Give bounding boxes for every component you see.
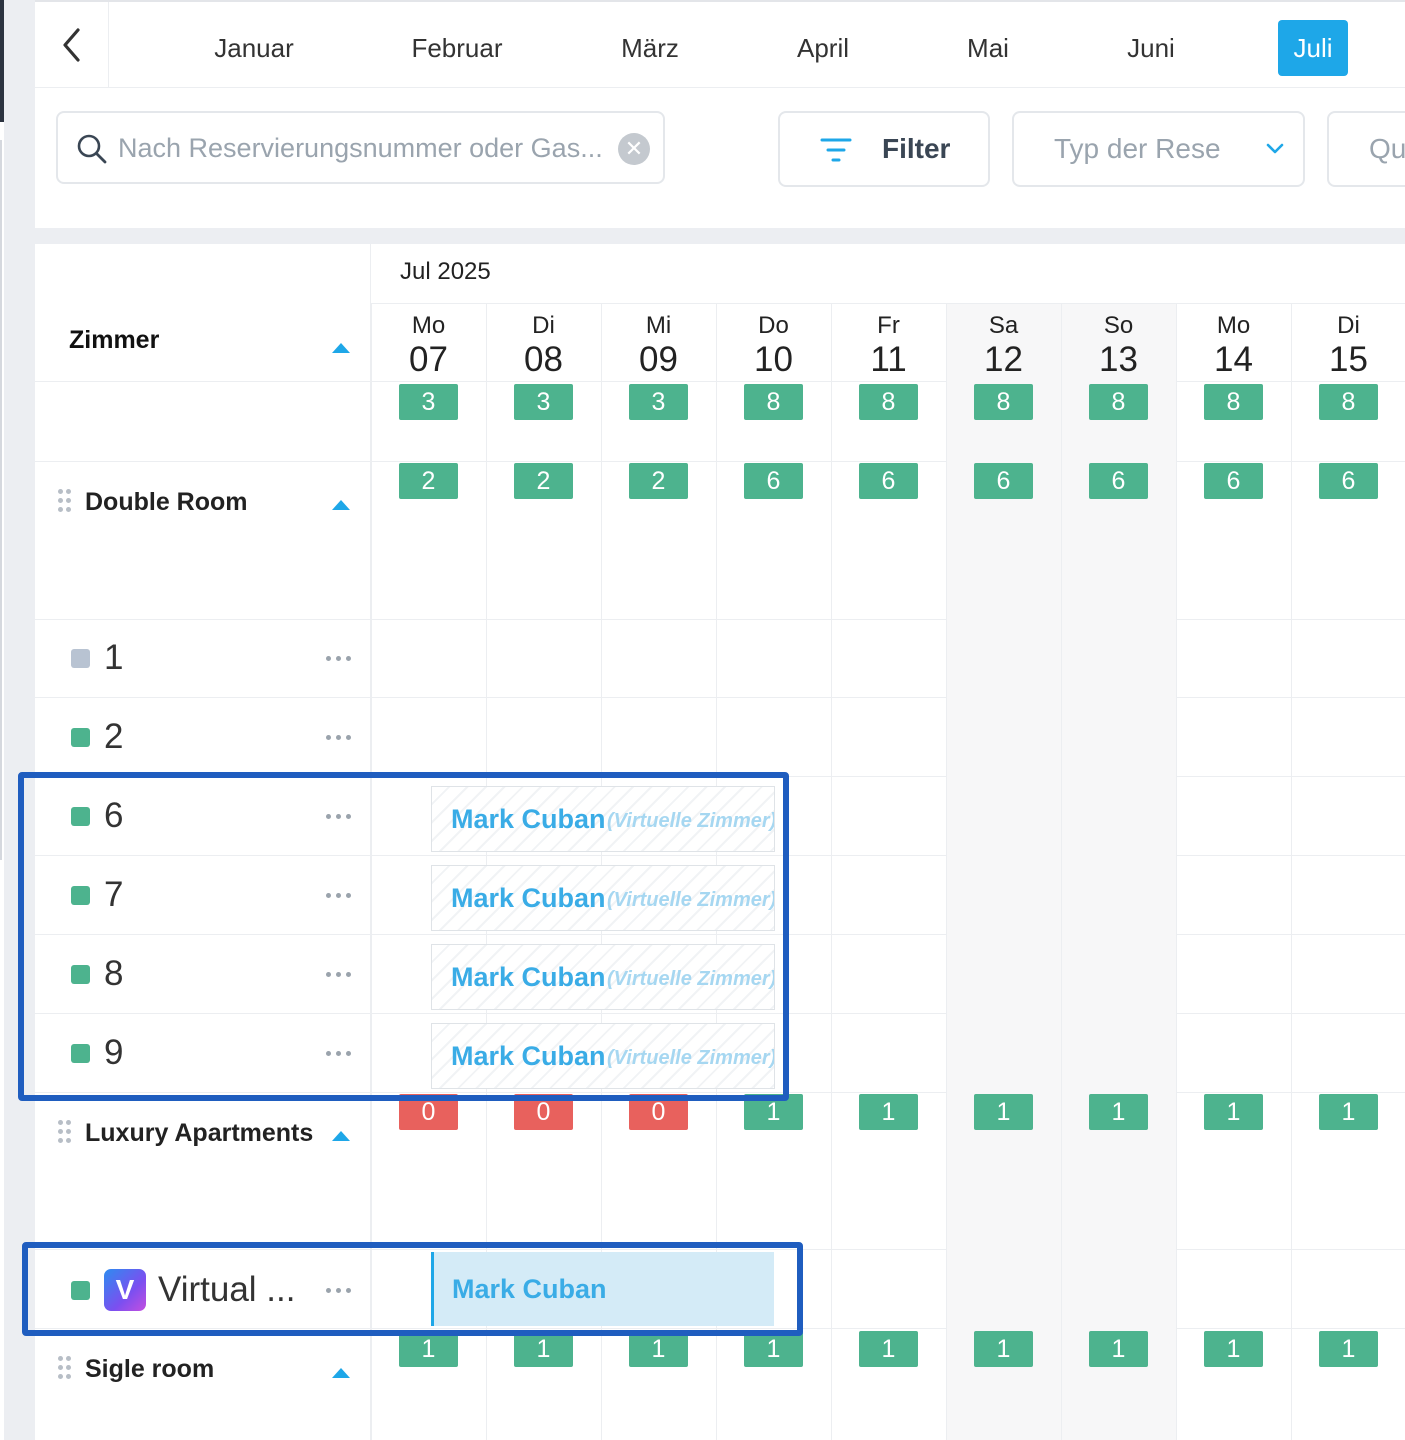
availability-badge: 1: [859, 1331, 918, 1367]
availability-badge: 6: [974, 463, 1033, 499]
search-field[interactable]: Nach Reservierungsnummer oder Gas... ✕: [56, 111, 665, 184]
availability-badge: 3: [629, 384, 688, 420]
availability-badge: 1: [399, 1331, 458, 1367]
availability-badge: 1: [1204, 1094, 1263, 1130]
availability-badge: 6: [1089, 463, 1148, 499]
drag-handle-icon[interactable]: [58, 1356, 74, 1382]
room-status-indicator: [71, 649, 90, 668]
availability-badge: 2: [514, 463, 573, 499]
availability-badge: 2: [629, 463, 688, 499]
availability-badge: 3: [399, 384, 458, 420]
group-label-double-room: Double Room: [85, 488, 248, 516]
availability-badge: 8: [1319, 384, 1378, 420]
room-status-indicator: [71, 728, 90, 747]
calendar-month-label: Jul 2025: [400, 258, 491, 285]
month-tab-juli[interactable]: Juli: [1278, 20, 1348, 76]
chevron-down-icon: [1266, 143, 1284, 154]
collapse-caret-icon[interactable]: [332, 1368, 350, 1378]
day-number: 12: [984, 340, 1023, 379]
availability-badge: 1: [974, 1331, 1033, 1367]
day-number: 11: [870, 340, 907, 379]
day-name: Do: [758, 312, 789, 339]
quick-select[interactable]: Qu: [1327, 111, 1405, 187]
availability-badge: 6: [1204, 463, 1263, 499]
day-number: 10: [754, 340, 793, 379]
month-tab-maerz[interactable]: März: [600, 20, 700, 76]
reservation-type-select[interactable]: Typ der Rese: [1012, 111, 1305, 187]
availability-badge: 6: [744, 463, 803, 499]
availability-badge: 1: [629, 1331, 688, 1367]
availability-badge: 8: [1204, 384, 1263, 420]
highlight-box: [22, 1242, 803, 1336]
drag-handle-icon[interactable]: [58, 489, 74, 515]
day-name: Di: [532, 312, 555, 339]
left-divider: [0, 140, 2, 860]
month-tab-mai[interactable]: Mai: [950, 20, 1026, 76]
rooms-header: Zimmer: [69, 326, 160, 354]
filter-button-label: Filter: [882, 133, 951, 164]
search-input[interactable]: Nach Reservierungsnummer oder Gas...: [118, 113, 608, 183]
back-button[interactable]: [35, 2, 109, 88]
day-number: 15: [1329, 340, 1368, 379]
day-number: 09: [639, 340, 678, 379]
quick-select-placeholder: Qu: [1369, 133, 1405, 164]
day-name: Di: [1337, 312, 1360, 339]
more-options-icon[interactable]: [326, 656, 354, 662]
availability-badge: 6: [1319, 463, 1378, 499]
section-divider: [35, 228, 1405, 244]
availability-badge: 1: [1089, 1331, 1148, 1367]
left-strip: [4, 0, 35, 1440]
availability-badge: 1: [1204, 1331, 1263, 1367]
group-label-single-room: Sigle room: [85, 1355, 215, 1383]
availability-badge: 1: [1319, 1331, 1378, 1367]
day-number: 13: [1099, 340, 1138, 379]
month-tab-februar[interactable]: Februar: [398, 20, 516, 76]
drag-handle-icon[interactable]: [58, 1120, 74, 1146]
day-name: Mi: [645, 312, 672, 339]
clear-search-icon[interactable]: ✕: [618, 133, 650, 165]
availability-badge: 8: [974, 384, 1033, 420]
sort-caret-icon[interactable]: [332, 343, 350, 353]
month-tab-juni[interactable]: Juni: [1115, 20, 1187, 76]
availability-badge: 1: [514, 1331, 573, 1367]
group-label-luxury-apartments: Luxury Apartments: [85, 1119, 314, 1147]
collapse-caret-icon[interactable]: [332, 500, 350, 510]
day-name: Mo: [411, 312, 446, 339]
availability-badge: 1: [974, 1094, 1033, 1130]
availability-badge: 1: [1089, 1094, 1148, 1130]
filter-button[interactable]: Filter: [778, 111, 990, 187]
day-name: Fr: [877, 312, 900, 339]
availability-badge: 1: [1319, 1094, 1378, 1130]
day-name: So: [1103, 312, 1134, 339]
room-number: 2: [104, 717, 124, 756]
availability-badge: 8: [1089, 384, 1148, 420]
availability-badge: 8: [744, 384, 803, 420]
reservation-type-placeholder: Typ der Rese: [1054, 133, 1221, 164]
highlight-box: [18, 772, 789, 1101]
day-number: 14: [1214, 340, 1253, 379]
availability-badge: 2: [399, 463, 458, 499]
availability-badge: 3: [514, 384, 573, 420]
more-options-icon[interactable]: [326, 735, 354, 741]
day-name: Sa: [988, 312, 1019, 339]
availability-badge: 6: [859, 463, 918, 499]
day-name: Mo: [1216, 312, 1251, 339]
room-number: 1: [104, 638, 124, 677]
month-tab-januar[interactable]: Januar: [195, 20, 313, 76]
availability-badge: 8: [859, 384, 918, 420]
availability-badge: 1: [744, 1331, 803, 1367]
day-number: 07: [409, 340, 448, 379]
month-tab-april[interactable]: April: [776, 20, 870, 76]
day-number: 08: [524, 340, 563, 379]
search-icon: [77, 134, 107, 164]
availability-badge: 1: [859, 1094, 918, 1130]
chevron-left-icon: [62, 28, 80, 62]
filter-icon: [820, 138, 852, 162]
collapse-caret-icon[interactable]: [332, 1131, 350, 1141]
